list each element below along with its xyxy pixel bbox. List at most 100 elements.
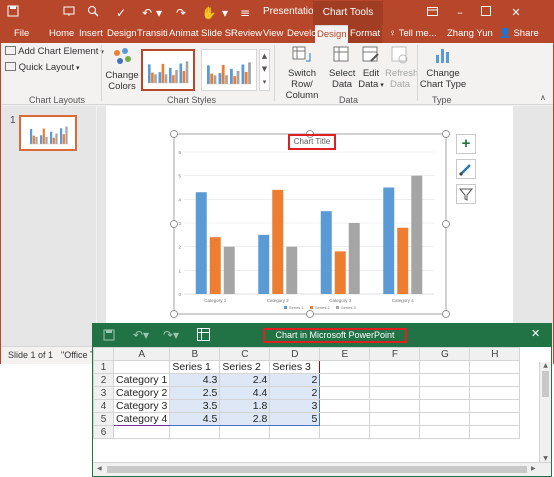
spelling-icon[interactable]: ✓ [113, 5, 129, 21]
cell[interactable]: 2 [269, 386, 321, 400]
chart-style-1-thumbnail[interactable] [141, 49, 195, 91]
cell[interactable]: 3 [269, 399, 321, 413]
add-chart-element-button[interactable]: Add Chart Element ▾ [5, 46, 104, 58]
row-header[interactable]: 3 [93, 386, 114, 400]
horizontal-scrollbar[interactable]: ◀ ▶ [93, 462, 551, 476]
tab-view[interactable]: View [261, 25, 285, 43]
cell[interactable] [419, 373, 471, 387]
touch-mode-dropdown-icon[interactable]: ▾ [217, 5, 233, 21]
cell[interactable] [469, 360, 521, 374]
start-from-beginning-icon[interactable] [61, 5, 77, 21]
edit-data-button[interactable]: Edit Data ▾ [357, 45, 385, 91]
cell[interactable] [469, 373, 521, 387]
excel-close-icon[interactable]: ✕ [531, 327, 540, 340]
print-preview-icon[interactable] [85, 5, 101, 21]
cell[interactable] [419, 399, 471, 413]
cell[interactable]: 3.5 [169, 399, 221, 413]
chart-elements-icon[interactable]: + [456, 134, 476, 154]
cell[interactable] [369, 399, 421, 413]
switch-row-column-button[interactable]: Switch Row/ Column [277, 45, 327, 101]
cell[interactable] [319, 412, 371, 426]
cell[interactable]: 2 [269, 373, 321, 387]
row-header[interactable]: 4 [93, 399, 114, 413]
cell[interactable] [112, 360, 171, 374]
chart-styles-brush-icon[interactable] [456, 159, 476, 179]
tell-me-box[interactable]: ♀ Tell me... [387, 25, 439, 43]
cell[interactable]: 2.5 [169, 386, 221, 400]
cell[interactable]: 2.8 [219, 412, 271, 426]
cell[interactable] [419, 386, 471, 400]
more-styles-icon[interactable]: ▾ [260, 76, 269, 89]
ribbon-display-options-icon[interactable] [423, 4, 441, 22]
horizontal-scroll-thumb[interactable] [107, 466, 527, 473]
column-header[interactable]: F [369, 347, 421, 361]
cell[interactable] [319, 425, 371, 439]
scroll-up-icon[interactable]: ▲ [260, 50, 269, 63]
cell[interactable] [369, 425, 421, 439]
excel-undo-icon[interactable]: ↶▾ [133, 328, 149, 342]
tab-file[interactable]: File [12, 25, 31, 43]
tab-insert[interactable]: Insert [77, 25, 105, 43]
chart-title[interactable]: Chart Title [288, 134, 336, 150]
cell[interactable]: 4.4 [219, 386, 271, 400]
maximize-icon[interactable] [477, 4, 495, 22]
tab-home[interactable]: Home [47, 25, 76, 43]
cell[interactable] [169, 425, 221, 439]
cell[interactable]: Series 1 [169, 360, 221, 374]
scroll-left-arrow-icon[interactable]: ◀ [97, 465, 102, 472]
tab-format[interactable]: Format [348, 25, 383, 43]
cell[interactable]: Category 4 [112, 412, 171, 426]
tab-design[interactable]: Design [105, 25, 139, 43]
cell[interactable] [219, 425, 271, 439]
column-header[interactable]: D [269, 347, 321, 361]
user-name[interactable]: Zhang Yun [445, 25, 495, 43]
customize-qat-icon[interactable]: ≡ [237, 5, 253, 21]
scroll-down-icon[interactable]: ▼ [260, 63, 269, 76]
minimize-icon[interactable]: – [451, 4, 469, 22]
scroll-up-arrow-icon[interactable]: ▲ [540, 362, 551, 369]
save-icon[interactable] [5, 5, 21, 21]
cell[interactable]: Category 1 [112, 373, 171, 387]
scroll-down-arrow-icon[interactable]: ▼ [540, 455, 551, 462]
excel-redo-icon[interactable]: ↷▾ [163, 328, 179, 342]
column-header[interactable]: G [419, 347, 471, 361]
cell[interactable] [469, 425, 521, 439]
change-chart-type-button[interactable]: Change Chart Type [419, 45, 467, 90]
tab-developer[interactable]: Develo [285, 25, 319, 43]
tab-animations[interactable]: Animat [167, 25, 201, 43]
tab-chart-design[interactable]: Design [315, 25, 349, 43]
cell[interactable]: 2.4 [219, 373, 271, 387]
row-header[interactable]: 2 [93, 373, 114, 387]
slide-thumbnail[interactable] [19, 115, 77, 151]
row-header[interactable]: 6 [93, 425, 114, 439]
quick-layout-button[interactable]: Quick Layout ▾ [5, 62, 80, 74]
cell[interactable]: Series 3 [269, 360, 321, 374]
collapse-ribbon-icon[interactable]: ∧ [540, 93, 546, 102]
cell[interactable] [419, 412, 471, 426]
cell[interactable]: 1.8 [219, 399, 271, 413]
tab-review[interactable]: Review [229, 25, 264, 43]
excel-save-icon[interactable] [103, 328, 115, 346]
redo-icon[interactable]: ↷ [173, 5, 189, 21]
edit-data-in-excel-icon[interactable] [197, 328, 210, 346]
cell[interactable] [369, 412, 421, 426]
vertical-scrollbar[interactable]: ▲ ▼ [539, 362, 551, 462]
column-header[interactable]: A [112, 347, 171, 361]
cell[interactable] [469, 412, 521, 426]
cell[interactable] [469, 399, 521, 413]
cell[interactable]: Series 2 [219, 360, 271, 374]
select-all-corner[interactable] [93, 347, 114, 361]
cell[interactable] [319, 360, 371, 374]
cell[interactable]: Category 2 [112, 386, 171, 400]
cell[interactable]: 5 [269, 412, 321, 426]
cell[interactable] [319, 373, 371, 387]
chart-styles-scroll[interactable]: ▲ ▼ ▾ [259, 49, 270, 91]
cell[interactable] [369, 386, 421, 400]
chart-style-2-thumbnail[interactable] [201, 49, 257, 91]
cell[interactable] [319, 386, 371, 400]
touch-mode-icon[interactable]: ✋ [201, 5, 217, 21]
cell[interactable] [369, 360, 421, 374]
cell[interactable] [419, 425, 471, 439]
cell[interactable] [319, 399, 371, 413]
select-data-button[interactable]: Select Data [329, 45, 355, 90]
